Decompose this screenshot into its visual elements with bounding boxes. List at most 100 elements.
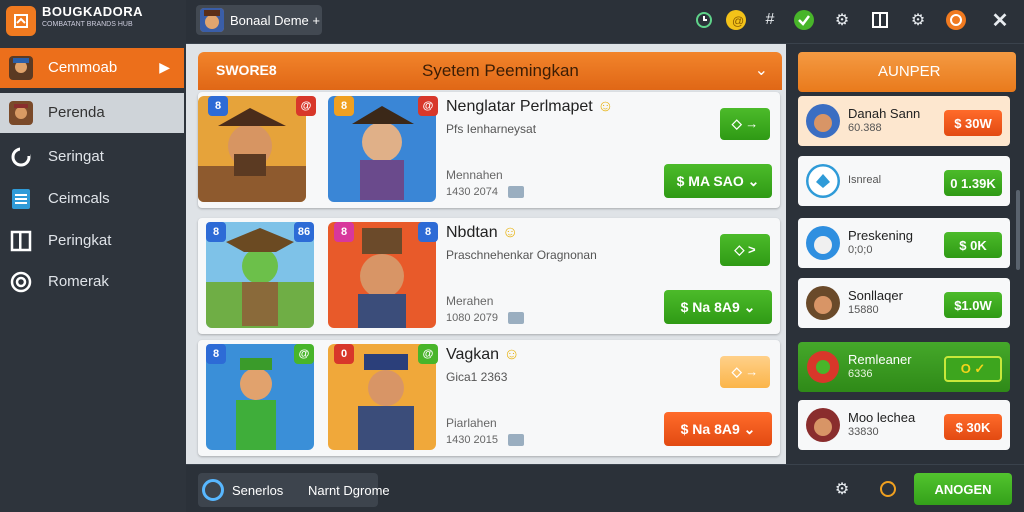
player-score: 60.388	[848, 122, 882, 134]
leaderboard-row[interactable]: Sonllaqer 15880 $1.0W	[798, 278, 1010, 328]
page-title: Syetem Peemingkan	[422, 61, 579, 80]
check-icon[interactable]	[792, 8, 816, 32]
row-action-button[interactable]: 0 1.39K	[944, 170, 1002, 196]
card-subtitle: Gica1 2363	[446, 370, 508, 384]
target-icon	[8, 269, 34, 295]
card-badge: 86	[294, 222, 314, 242]
list-item[interactable]: 8 86 8 8 Nbdtan ☺ Praschnehenkar Oragnon…	[198, 218, 780, 334]
player-score: Isnreal	[848, 174, 882, 186]
header-left-label: SWORE8	[216, 62, 277, 78]
close-icon[interactable]: ✕	[988, 8, 1012, 32]
player-name: Moo lechea	[848, 410, 916, 425]
avatar	[806, 226, 840, 260]
leaderboard-row[interactable]: Preskening 0;0;0 $ 0K	[798, 218, 1010, 268]
card-date: 1080 2079	[446, 312, 498, 324]
card-badge: @	[296, 96, 316, 116]
card-title: Vagkan ☺	[446, 346, 520, 363]
bottom-left-label: Senerlos	[232, 483, 284, 498]
card-meta: Piarlahen	[446, 416, 497, 430]
logo-icon	[6, 6, 36, 36]
player-score: 15880	[848, 304, 879, 316]
card-small-button[interactable]: ◇ →	[720, 356, 770, 388]
crown-icon[interactable]	[944, 8, 968, 32]
avatar	[806, 104, 840, 138]
card-subtitle: Praschnehenkar Oragnonan	[446, 248, 597, 262]
right-panel-header[interactable]: AUNPER	[798, 52, 1016, 92]
clock-icon[interactable]	[692, 8, 716, 32]
row-action-button[interactable]: $ 0K	[944, 232, 1002, 258]
leaderboard-row[interactable]: Danah Sann 60.388 $ 30W	[798, 96, 1010, 146]
panel-icon[interactable]	[868, 8, 892, 32]
chevron-down-icon[interactable]: ⌄	[755, 60, 768, 80]
card-date: 1430 2074	[446, 186, 498, 198]
sidebar-item-label: Ceimcals	[48, 190, 110, 207]
list-item[interactable]: 8 @ 8 @ Nenglatar Perlmapet ☺ Pfs Ienhar…	[198, 92, 780, 208]
right-panel-title: AUNPER	[878, 63, 941, 80]
list-item[interactable]: 8 @ 0 @ Vagkan ☺ Gica1 2363 Piarlahen 14…	[198, 340, 780, 456]
settings-icon[interactable]: ⚙	[830, 477, 854, 501]
book-icon	[508, 312, 524, 324]
player-score: 33830	[848, 426, 879, 438]
sidebar-item-ceimcals[interactable]: Ceimcals	[0, 179, 184, 219]
player-name: Danah Sann	[848, 106, 921, 121]
card-action-button[interactable]: $ Na 8A9 ⌄	[664, 412, 772, 446]
row-action-button[interactable]: $ 30K	[944, 414, 1002, 440]
bottom-bar: Senerlos Narnt Dgrome ⚙ ANOGEN	[186, 464, 1024, 512]
row-action-button[interactable]: O ✓	[944, 356, 1002, 382]
avatar	[806, 408, 840, 442]
sidebar-item-romerak[interactable]: Romerak	[0, 262, 184, 302]
card-action-button[interactable]: $ Na 8A9 ⌄	[664, 290, 772, 324]
hashtag-icon[interactable]: #	[758, 8, 782, 32]
panel-icon	[8, 228, 34, 254]
row-action-button[interactable]: $1.0W	[944, 292, 1002, 318]
card-badge: 8	[334, 222, 354, 242]
card-subtitle: Pfs Ienharneysat	[446, 122, 537, 136]
list-header[interactable]: SWORE8 Syetem Peemingkan ⌄	[198, 52, 782, 90]
player-name: Sonllaqer	[848, 288, 903, 303]
card-title: Nenglatar Perlmapet ☺	[446, 98, 614, 115]
leaderboard-row[interactable]: Moo lechea 33830 $ 30K	[798, 400, 1010, 450]
coin-icon[interactable]: @	[724, 8, 748, 32]
sidebar-item-seringat[interactable]: Seringat	[0, 137, 184, 177]
svg-text:@: @	[732, 14, 744, 28]
card-date: 1430 2015	[446, 434, 498, 446]
card-action-button[interactable]: $ MA SAO ⌄	[664, 164, 772, 198]
gear-icon[interactable]: ⚙	[906, 8, 930, 32]
sidebar-item-peringkat[interactable]: Peringkat	[0, 221, 184, 261]
card-badge: @	[418, 96, 438, 116]
leaderboard-row[interactable]: Remleaner 6336 O ✓	[798, 342, 1010, 392]
ring-icon	[202, 479, 224, 501]
settings-icon[interactable]: ⚙	[830, 8, 854, 32]
sidebar-item-cemmoab[interactable]: Cemmoab ▶	[0, 48, 184, 88]
card-badge: @	[294, 344, 314, 364]
leaderboard-row[interactable]: Isnreal 0 1.39K	[798, 156, 1010, 206]
player-name: Remleaner	[848, 352, 912, 367]
card-meta: Mennahen	[446, 168, 503, 182]
chevron-right-icon: ▶	[159, 59, 170, 75]
card-small-button[interactable]: ◇ >	[720, 234, 770, 266]
avatar	[806, 164, 840, 198]
list-document-icon	[8, 186, 34, 212]
card-badge: 8	[206, 222, 226, 242]
profile-chip[interactable]: Bonaal Deme +	[196, 5, 322, 35]
character-avatar-icon	[8, 100, 34, 126]
top-bar: Bonaal Deme + @ # ⚙ ⚙ ✕	[186, 0, 1024, 44]
sidebar-item-label: Peringkat	[48, 232, 112, 249]
player-score: 0;0;0	[848, 244, 873, 256]
sidebar-item-label: Seringat	[48, 148, 104, 165]
scrollbar[interactable]	[1016, 190, 1020, 270]
book-icon	[508, 186, 524, 198]
avatar	[200, 8, 224, 32]
card-small-button[interactable]: ◇ →	[720, 108, 770, 140]
card-badge: 8	[206, 344, 226, 364]
game-avatar-icon	[8, 55, 34, 81]
card-title: Nbdtan ☺	[446, 224, 519, 241]
primary-action-button[interactable]: ANOGEN	[914, 473, 1012, 505]
card-badge: 0	[334, 344, 354, 364]
row-action-button[interactable]: $ 30W	[944, 110, 1002, 136]
sidebar-item-label: Romerak	[48, 273, 109, 290]
sidebar-item-perenda[interactable]: Perenda	[0, 93, 184, 133]
card-badge: 8	[208, 96, 228, 116]
coin-icon[interactable]	[876, 477, 900, 501]
avatar	[806, 286, 840, 320]
